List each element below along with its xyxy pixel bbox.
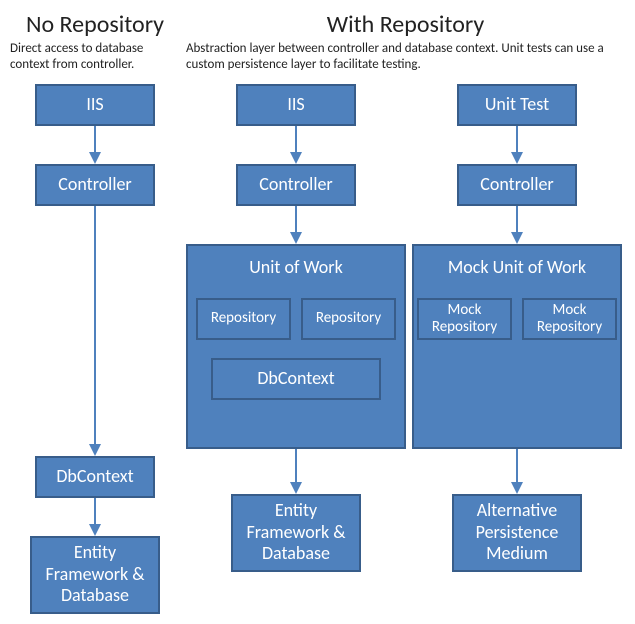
repository-box: Repository <box>196 298 291 340</box>
controller-box: Controller <box>35 164 155 206</box>
arrow-down-icon <box>507 126 527 164</box>
uow-title: Unit of Work <box>249 256 343 278</box>
ef-database-box: Entity Framework & Database <box>30 536 160 614</box>
arrow-down-icon <box>85 126 105 164</box>
section-subtitle-left: Direct access to database context from c… <box>10 41 180 74</box>
right-columns: IIS Controller Unit of Work Repository R… <box>186 84 625 572</box>
mock-repository-box: Mock Repository <box>417 298 512 340</box>
arrow-down-icon <box>85 498 105 536</box>
alt-persistence-box: Alternative Persistence Medium <box>452 494 582 572</box>
left-column: IIS Controller DbContext Entity Framewor… <box>10 84 180 614</box>
diagram-container: No Repository Direct access to database … <box>10 10 625 614</box>
controller-box: Controller <box>236 164 356 206</box>
unit-of-work-box: Unit of Work Repository Repository DbCon… <box>186 244 406 449</box>
arrow-down-icon <box>85 206 105 456</box>
arrow-down-icon <box>286 449 306 494</box>
mock-column: Unit Test Controller Mock Unit of Work M… <box>412 84 622 572</box>
arrow-down-icon <box>286 126 306 164</box>
dbcontext-box: DbContext <box>211 358 381 400</box>
mock-repository-box: Mock Repository <box>522 298 617 340</box>
mock-unit-of-work-box: Mock Unit of Work Mock Repository Mock R… <box>412 244 622 449</box>
arrow-down-icon <box>286 206 306 244</box>
with-repository-section: With Repository Abstraction layer betwee… <box>186 10 625 614</box>
mock-repo-row: Mock Repository Mock Repository <box>417 298 617 340</box>
repo-column: IIS Controller Unit of Work Repository R… <box>186 84 406 572</box>
repo-row: Repository Repository <box>196 298 396 340</box>
section-title-right: With Repository <box>186 10 625 39</box>
ef-database-box: Entity Framework & Database <box>231 494 361 572</box>
arrow-down-icon <box>507 206 527 244</box>
iis-box: IIS <box>35 84 155 126</box>
controller-box: Controller <box>457 164 577 206</box>
arrow-down-icon <box>507 449 527 494</box>
unit-test-box: Unit Test <box>457 84 577 126</box>
dbcontext-box: DbContext <box>35 456 155 498</box>
iis-box: IIS <box>236 84 356 126</box>
section-title-left: No Repository <box>10 10 180 39</box>
section-subtitle-right: Abstraction layer between controller and… <box>186 41 625 74</box>
no-repository-section: No Repository Direct access to database … <box>10 10 180 614</box>
mock-uow-title: Mock Unit of Work <box>448 256 586 278</box>
repository-box: Repository <box>301 298 396 340</box>
